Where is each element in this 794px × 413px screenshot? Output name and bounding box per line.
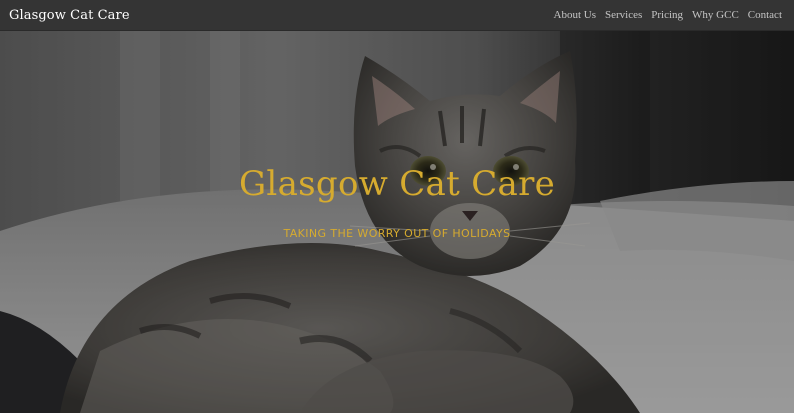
hero-subtitle: TAKING THE WORRY OUT OF HOLIDAYS	[283, 227, 511, 240]
nav-link-contact[interactable]: Contact	[748, 9, 782, 21]
nav-link-services[interactable]: Services	[605, 9, 642, 21]
hero-dark-overlay	[0, 31, 794, 413]
nav-link-about-us[interactable]: About Us	[554, 9, 596, 21]
nav-link-why-gcc[interactable]: Why GCC	[692, 9, 739, 21]
page: Glasgow Cat Care About Us Services Prici…	[0, 0, 794, 413]
hero-section: Glasgow Cat Care TAKING THE WORRY OUT OF…	[0, 31, 794, 413]
nav-links: About Us Services Pricing Why GCC Contac…	[554, 9, 783, 21]
top-navbar: Glasgow Cat Care About Us Services Prici…	[0, 0, 794, 31]
nav-link-pricing[interactable]: Pricing	[651, 9, 683, 21]
hero-title: Glasgow Cat Care	[238, 164, 556, 204]
brand-link[interactable]: Glasgow Cat Care	[9, 8, 130, 23]
